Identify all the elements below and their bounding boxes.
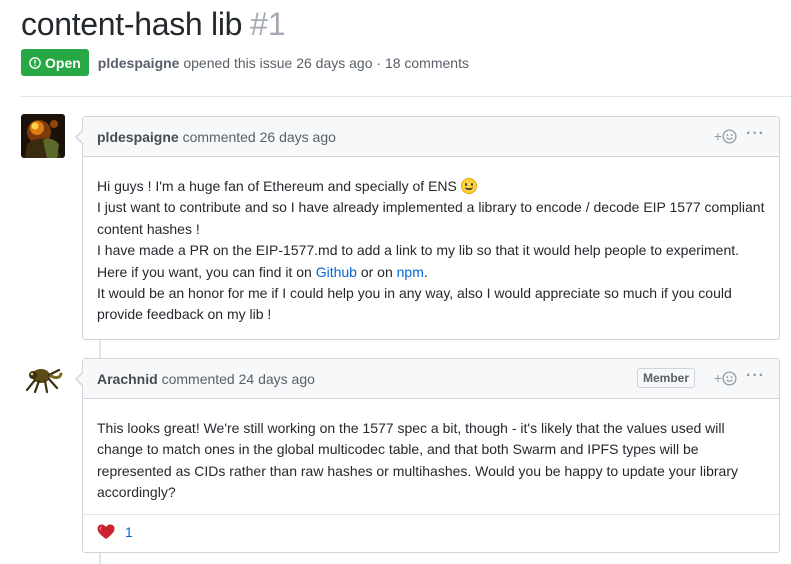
- comment-text: .: [423, 263, 428, 280]
- comment-line: Hi guys ! I'm a huge fan of Ethereum and…: [97, 176, 765, 197]
- github-link[interactable]: Github: [316, 264, 357, 280]
- reactions-bar: 1: [83, 514, 779, 552]
- header-divider: [21, 96, 791, 97]
- member-badge: Member: [636, 368, 695, 388]
- comment-header: Arachnid commented 24 days ago Member + …: [83, 359, 779, 399]
- comment-timestamp[interactable]: commented 24 days ago: [162, 371, 315, 387]
- comment-text: Here if you want, you can find it on: [97, 263, 316, 280]
- timeline-connector: [99, 340, 101, 358]
- issue-title: content-hash lib: [21, 6, 243, 42]
- comment-line: I just want to contribute and so I have …: [97, 199, 765, 237]
- smiley-icon: [722, 128, 737, 144]
- issue-author-link[interactable]: pldespaigne: [98, 55, 180, 71]
- comment-body: Hi guys ! I'm a huge fan of Ethereum and…: [83, 157, 779, 326]
- comment-timestamp[interactable]: commented 26 days ago: [183, 129, 336, 145]
- heart-icon: [97, 524, 115, 539]
- timeline-connector: [99, 553, 101, 564]
- issue-meta-detail: opened this issue 26 days ago · 18 comme…: [183, 54, 469, 71]
- smiley-icon: [722, 370, 737, 386]
- issue-title-row: content-hash lib #1: [21, 6, 286, 43]
- heart-reaction-button[interactable]: 1: [97, 524, 133, 540]
- issue-meta: Open pldespaigne opened this issue 26 da…: [21, 49, 469, 76]
- kebab-icon[interactable]: ···: [746, 367, 765, 385]
- comment-header-text: pldespaigne commented 26 days ago: [97, 129, 336, 145]
- state-badge: Open: [21, 49, 89, 76]
- comment-1: pldespaigne commented 26 days ago + ··· …: [75, 116, 780, 340]
- add-reaction-button[interactable]: +: [714, 128, 737, 144]
- kebab-icon[interactable]: ···: [746, 125, 765, 143]
- comment-text: Hi guys ! I'm a huge fan of Ethereum and…: [97, 178, 457, 194]
- comment-text: This looks great! We're still working on…: [97, 420, 738, 501]
- avatar-arachnid[interactable]: [21, 358, 65, 402]
- comment-header: pldespaigne commented 26 days ago + ···: [83, 117, 779, 157]
- issue-meta-text: pldespaigne opened this issue 26 days ag…: [98, 55, 469, 71]
- state-label: Open: [45, 54, 81, 71]
- comment-line: I have made a PR on the EIP-1577.md to a…: [97, 242, 740, 259]
- reaction-count: 1: [125, 524, 133, 540]
- comment-line: It would be an honor for me if I could h…: [97, 285, 732, 323]
- comment-header-text: Arachnid commented 24 days ago: [97, 371, 315, 387]
- comment-text: or on: [356, 263, 397, 280]
- smiley-emoji-icon: [460, 178, 477, 194]
- avatar-pldespaigne[interactable]: [21, 114, 65, 158]
- comment-body: This looks great! We're still working on…: [83, 399, 779, 504]
- comment-author-link[interactable]: pldespaigne: [97, 129, 179, 145]
- npm-link[interactable]: npm: [397, 264, 424, 280]
- issue-number: #1: [250, 6, 286, 42]
- issue-opened-icon: [29, 56, 41, 69]
- add-reaction-button[interactable]: +: [714, 370, 737, 386]
- comment-line: Here if you want, you can find it on Git…: [97, 262, 765, 283]
- add-reaction-plus: +: [713, 370, 722, 386]
- comment-2: Arachnid commented 24 days ago Member + …: [75, 358, 780, 553]
- comment-author-link[interactable]: Arachnid: [97, 371, 158, 387]
- add-reaction-plus: +: [713, 128, 722, 144]
- avatar-image: [21, 114, 65, 158]
- avatar-image: [21, 358, 65, 402]
